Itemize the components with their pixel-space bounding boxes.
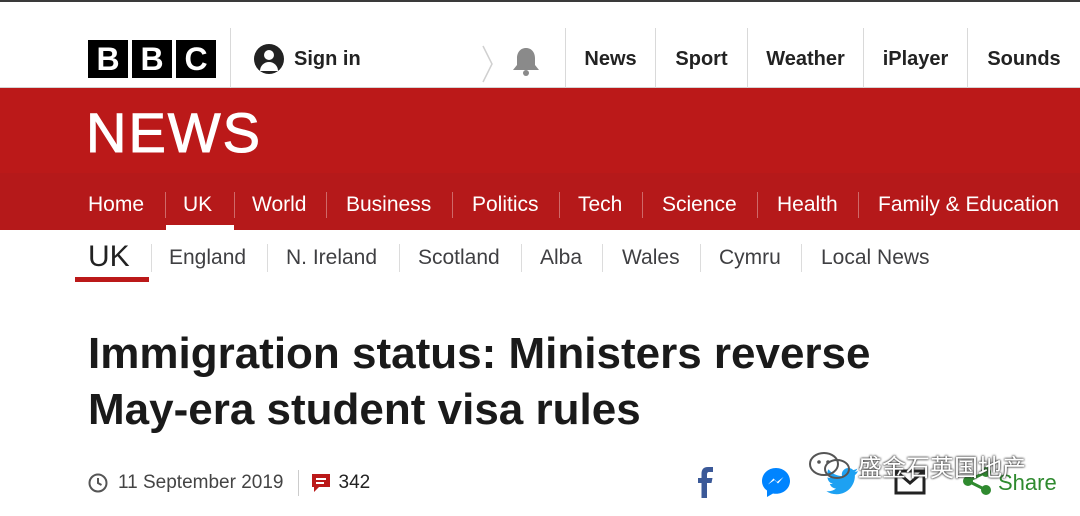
logo-letter-b2: B bbox=[132, 40, 172, 78]
article-date: 11 September 2019 bbox=[118, 472, 284, 493]
top-nav-weather[interactable]: Weather bbox=[747, 28, 863, 90]
bbc-top-bar: B B C Sign in News Sport Weather iPlayer… bbox=[0, 0, 1080, 90]
logo-letter-b1: B bbox=[88, 40, 128, 78]
divider bbox=[602, 244, 603, 272]
article-headline: Immigration status: Ministers reverse Ma… bbox=[88, 326, 1008, 438]
sub-nav-n-ireland[interactable]: N. Ireland bbox=[286, 246, 377, 270]
divider bbox=[165, 192, 166, 218]
comments-icon[interactable] bbox=[311, 473, 331, 493]
sign-in-button[interactable]: Sign in bbox=[254, 44, 361, 74]
sub-nav-scotland[interactable]: Scotland bbox=[418, 246, 500, 270]
facebook-icon[interactable] bbox=[692, 466, 720, 500]
sign-in-label: Sign in bbox=[294, 47, 361, 70]
nav-world[interactable]: World bbox=[252, 180, 306, 230]
nav-business[interactable]: Business bbox=[346, 180, 431, 230]
watermark-text: 盛金石英国地产 bbox=[858, 455, 1026, 482]
headline-line-2: May-era student visa rules bbox=[88, 385, 641, 434]
wechat-icon bbox=[809, 451, 850, 479]
divider bbox=[858, 192, 859, 218]
clock-icon bbox=[88, 473, 108, 493]
logo-letter-c: C bbox=[176, 40, 216, 78]
sub-nav-current[interactable]: UK bbox=[88, 240, 130, 274]
top-nav-sport[interactable]: Sport bbox=[655, 28, 747, 90]
top-nav-iplayer[interactable]: iPlayer bbox=[863, 28, 967, 90]
divider bbox=[230, 28, 231, 90]
nav-science[interactable]: Science bbox=[662, 180, 737, 230]
nav-tech[interactable]: Tech bbox=[578, 180, 622, 230]
divider bbox=[452, 192, 453, 218]
news-wordmark[interactable]: NEWS bbox=[86, 100, 262, 165]
divider bbox=[801, 244, 802, 272]
user-icon bbox=[254, 44, 284, 74]
divider bbox=[642, 192, 643, 218]
sub-nav-england[interactable]: England bbox=[169, 246, 246, 270]
divider bbox=[151, 244, 152, 272]
sub-nav-cymru[interactable]: Cymru bbox=[719, 246, 781, 270]
sub-nav-local-news[interactable]: Local News bbox=[821, 246, 930, 270]
current-section-indicator bbox=[75, 277, 149, 282]
divider bbox=[326, 192, 327, 218]
divider bbox=[757, 192, 758, 218]
chevron-right-icon bbox=[482, 45, 493, 83]
divider bbox=[234, 192, 235, 218]
nav-health[interactable]: Health bbox=[777, 180, 838, 230]
sub-nav-alba[interactable]: Alba bbox=[540, 246, 582, 270]
messenger-icon[interactable] bbox=[760, 466, 792, 500]
divider bbox=[267, 244, 268, 272]
headline-line-1: Immigration status: Ministers reverse bbox=[88, 329, 871, 378]
uk-sub-navigation: UK England N. Ireland Scotland Alba Wale… bbox=[0, 230, 1080, 286]
divider bbox=[700, 244, 701, 272]
article-meta: 11 September 2019 342 bbox=[88, 470, 370, 496]
top-nav-news[interactable]: News bbox=[565, 28, 655, 90]
nav-politics[interactable]: Politics bbox=[472, 180, 539, 230]
divider bbox=[559, 192, 560, 218]
watermark: 盛金石英国地产 bbox=[808, 448, 1026, 483]
main-navigation: Home UK World Business Politics Tech Sci… bbox=[0, 180, 1080, 230]
divider bbox=[297, 470, 299, 496]
comment-count[interactable]: 342 bbox=[339, 472, 371, 494]
notifications-bell-icon[interactable] bbox=[511, 45, 541, 77]
sub-nav-wales[interactable]: Wales bbox=[622, 246, 680, 270]
top-nav-sounds[interactable]: Sounds bbox=[967, 28, 1080, 90]
nav-uk[interactable]: UK bbox=[183, 180, 212, 230]
nav-home[interactable]: Home bbox=[88, 180, 144, 230]
divider bbox=[399, 244, 400, 272]
divider bbox=[521, 244, 522, 272]
nav-family-education[interactable]: Family & Education bbox=[878, 180, 1059, 230]
bbc-logo[interactable]: B B C bbox=[88, 40, 216, 78]
